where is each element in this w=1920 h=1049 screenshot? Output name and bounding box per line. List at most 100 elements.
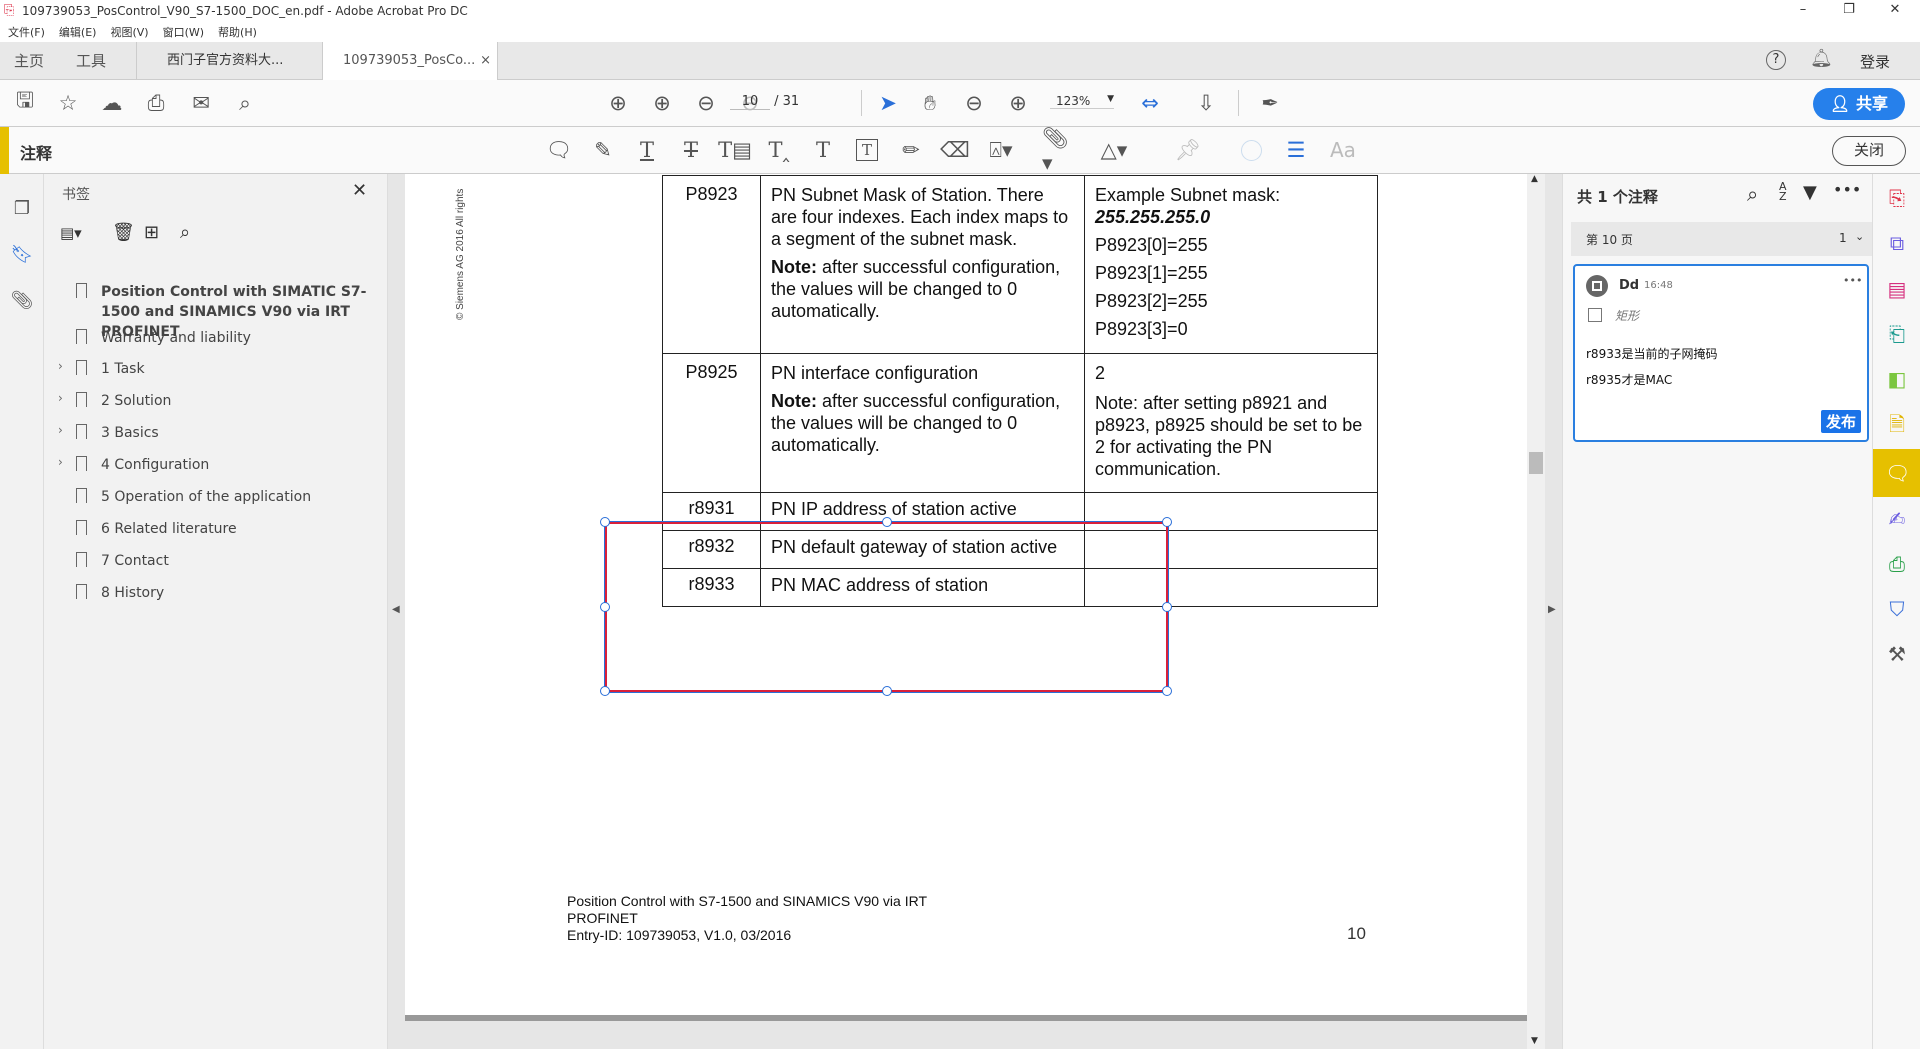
search-comments-icon[interactable]: ⌕ (1747, 182, 1758, 206)
font-button[interactable]: Aa (1330, 138, 1356, 162)
bookmark-star-icon[interactable]: ☆ (54, 89, 82, 117)
back-icon[interactable]: ⊖︎ (692, 89, 720, 117)
line-width-icon[interactable]: ☰ (1282, 136, 1310, 164)
combine-files-icon[interactable]: ⧉ (1885, 231, 1909, 255)
more-options-icon[interactable]: ••• (1833, 180, 1861, 199)
comment-text-input[interactable]: r8933是当前的子网掩码 r8935才是MAC (1586, 341, 1717, 393)
search-icon[interactable]: ⌕ (231, 89, 259, 117)
rectangle-annotation[interactable] (600, 517, 1172, 696)
zoom-in-icon[interactable]: ⊕ (1004, 89, 1032, 117)
close-panel-icon[interactable]: ✕ (352, 180, 367, 201)
add-text-icon[interactable]: T (809, 136, 837, 164)
prev-page-icon[interactable]: ⊕︎ (604, 89, 632, 117)
export-pdf-icon[interactable]: ⎗ (1885, 322, 1909, 346)
comment-card[interactable]: Dd 16:48 ••• 矩形 r8933是当前的子网掩码 r8935才是MAC… (1573, 264, 1869, 442)
page-number-input[interactable]: 10 (730, 94, 770, 110)
delete-bookmark-icon[interactable]: 🗑︎ (112, 222, 135, 243)
organize-pages-icon[interactable]: ▤ (1885, 277, 1909, 301)
print-icon[interactable]: ⎙ (142, 89, 170, 117)
comment-tool-active[interactable]: 🗨︎ (1873, 449, 1920, 497)
tab-document-2[interactable]: 109739053_PosCo... × (322, 42, 498, 81)
insert-text-icon[interactable]: T‸ (765, 136, 793, 164)
underline-text-icon[interactable]: T (633, 136, 661, 164)
collapse-left-icon[interactable]: ◀ (392, 604, 400, 615)
save-icon[interactable]: 🖫 (11, 88, 39, 117)
login-button[interactable]: 登录 (1860, 51, 1890, 72)
email-icon[interactable]: ✉ (187, 89, 215, 117)
send-for-comments-icon[interactable]: 🗎︎ (1885, 412, 1909, 436)
menu-window[interactable]: 窗口(W) (163, 24, 204, 40)
compare-icon[interactable]: ◧ (1885, 367, 1909, 391)
tab-home[interactable]: 主页 (14, 42, 44, 80)
resize-handle[interactable] (600, 602, 610, 612)
bookmarks-icon[interactable]: 🔖︎ (8, 240, 36, 268)
page-group-header[interactable]: 第 10 页 1 ⌄ (1571, 222, 1876, 256)
cloud-upload-icon[interactable]: ☁ (98, 89, 126, 117)
pin-icon[interactable]: 📌︎ (1174, 136, 1202, 164)
expand-chevron-icon[interactable]: › (58, 455, 63, 469)
resize-handle[interactable] (882, 686, 892, 696)
highlight-icon[interactable]: ✎ (589, 136, 617, 164)
resize-handle[interactable] (600, 517, 610, 527)
close-window-button[interactable]: ✕ (1872, 0, 1918, 22)
sticky-note-icon[interactable]: 🗨︎ (545, 136, 573, 164)
tab-tools[interactable]: 工具 (76, 42, 106, 80)
new-bookmark-icon[interactable]: ⊞ (144, 222, 159, 243)
page-thumbnails-icon[interactable]: ❐ (8, 194, 36, 222)
select-cursor-icon[interactable]: ➤ (874, 89, 902, 117)
zoom-select[interactable]: 123% ▼ (1050, 94, 1114, 109)
filter-icon[interactable]: ▼ (1803, 182, 1817, 203)
menu-edit[interactable]: 编辑(E) (59, 24, 97, 40)
fill-sign-icon[interactable]: ✍ (1885, 507, 1909, 531)
shapes-icon[interactable]: △▾ (1100, 136, 1128, 164)
attach-icon[interactable]: 📎︎▾ (1042, 126, 1070, 175)
replace-text-icon[interactable]: T▤ (718, 136, 752, 164)
eraser-icon[interactable]: ⌫ (940, 136, 970, 164)
sign-icon[interactable]: ✒ (1256, 89, 1284, 117)
maximize-button[interactable]: ❐ (1826, 0, 1872, 22)
more-tools-icon[interactable]: ⚒ (1885, 642, 1909, 666)
scroll-mode-icon[interactable]: ⇩ (1192, 89, 1220, 117)
next-page-icon[interactable]: ⊕︎ (648, 89, 676, 117)
collapse-right-icon[interactable]: ▶ (1548, 604, 1556, 615)
bookmark-search-icon[interactable]: ⌕ (180, 222, 190, 243)
scroll-down-icon[interactable]: ▼ (1531, 1036, 1538, 1046)
attachments-icon[interactable]: 📎︎ (8, 286, 36, 314)
hand-icon[interactable]: ✋︎ (916, 89, 944, 117)
strikethrough-icon[interactable]: T (677, 136, 705, 164)
print-production-icon[interactable]: ⎙ (1885, 552, 1909, 576)
tab-document-1[interactable]: 西门子官方资料大... (136, 42, 322, 80)
minimize-button[interactable]: – (1780, 0, 1826, 22)
menu-help[interactable]: 帮助(H) (218, 24, 257, 40)
sort-icon[interactable]: AZ (1779, 181, 1787, 202)
tab-close-icon[interactable]: × (480, 42, 491, 80)
color-picker[interactable] (1241, 140, 1262, 161)
resize-handle[interactable] (882, 517, 892, 527)
text-box-icon[interactable]: T (856, 139, 878, 161)
expand-chevron-icon[interactable]: › (58, 423, 63, 437)
close-comment-button[interactable]: 关闭 (1832, 136, 1906, 166)
scroll-up-icon[interactable]: ▲ (1531, 174, 1538, 184)
resize-handle[interactable] (600, 686, 610, 696)
zoom-out-icon[interactable]: ⊖ (960, 89, 988, 117)
comment-more-icon[interactable]: ••• (1843, 274, 1862, 287)
expand-chevron-icon[interactable]: › (58, 391, 63, 405)
menu-view[interactable]: 视图(V) (110, 24, 148, 40)
options-menu-icon[interactable]: ▤▾ (60, 224, 82, 242)
scroll-thumb[interactable] (1529, 452, 1543, 474)
pencil-icon[interactable]: ✏ (897, 136, 925, 164)
resize-handle[interactable] (1162, 602, 1172, 612)
resize-handle[interactable] (1162, 517, 1172, 527)
resize-handle[interactable] (1162, 686, 1172, 696)
help-icon[interactable]: ? (1766, 50, 1786, 70)
expand-chevron-icon[interactable]: › (58, 359, 63, 373)
fit-page-icon[interactable]: ⇔ (1136, 89, 1164, 117)
create-pdf-icon[interactable]: ⎘ (1885, 186, 1909, 210)
bell-icon[interactable]: 🔔︎ (1810, 48, 1833, 69)
vertical-scrollbar[interactable]: ▲ ▼ (1527, 174, 1545, 1049)
protect-icon[interactable]: ⛉ (1885, 597, 1909, 621)
publish-button[interactable]: 发布 (1821, 410, 1862, 433)
share-button[interactable]: 👤︎ 共享 (1813, 88, 1905, 120)
menu-file[interactable]: 文件(F) (8, 24, 45, 40)
stamp-icon[interactable]: ⍓▾ (987, 136, 1015, 164)
